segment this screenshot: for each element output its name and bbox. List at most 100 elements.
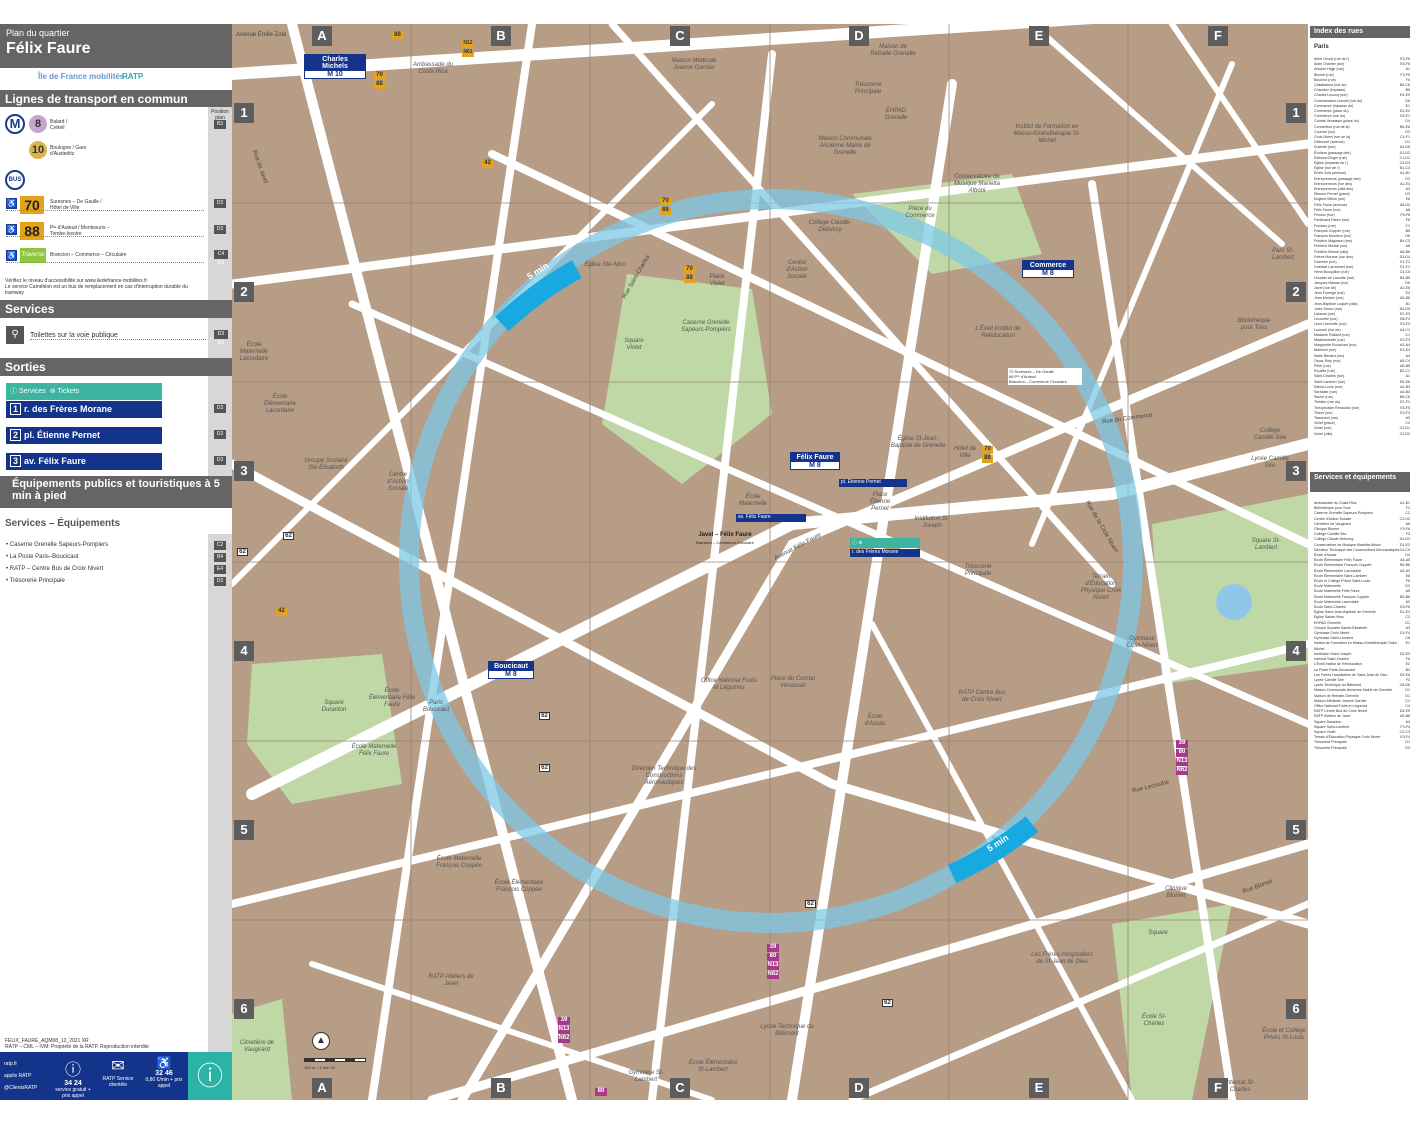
station-charles-michels[interactable]: Charles Michels M 10 — [304, 54, 366, 79]
phone-1[interactable]: 34 24 — [52, 1080, 94, 1087]
place-label: École Maternelle Félix Faure — [351, 744, 397, 757]
equip-item: • RATP – Centre Bus de Croix Nivert — [6, 566, 104, 572]
toilets-icon: ⚲ — [6, 326, 24, 344]
map-canvas — [232, 24, 1308, 1100]
col-D-bottom: D — [849, 1078, 869, 1098]
station-commerce[interactable]: Commerce M 8 — [1022, 260, 1074, 278]
place-label: École St-Charles — [1141, 1014, 1167, 1027]
station-name: Charles Michels — [305, 55, 365, 71]
col-E: E — [1029, 26, 1049, 46]
place-label: Centre d'Action Sociale — [786, 260, 808, 280]
row-5: 5 — [234, 820, 254, 840]
link-applis[interactable]: applis RATP — [4, 1070, 48, 1082]
bus-88-ref: D3 — [214, 225, 226, 234]
bus-badge-70: 70 — [660, 198, 671, 206]
equip-item: • Trésorerie Principale — [6, 578, 65, 584]
north-arrow-icon: ▲ — [312, 1032, 330, 1050]
service-index-row: Trésorerie Principale D3 — [1314, 746, 1410, 751]
place-label: Caserne Grenelle Sapeurs-Pompiers — [681, 320, 731, 333]
phone-2[interactable]: 32 46 — [142, 1070, 186, 1077]
exit-3-ref: D3 — [214, 456, 226, 465]
map-exit-services: ⓘ ⊚ — [850, 538, 920, 548]
bus-badge-n13: N13 — [767, 962, 779, 970]
bus-badge-62: 62 — [539, 712, 550, 720]
place-label: Trésorerie Principale — [854, 82, 882, 95]
col-F: F — [1208, 26, 1228, 46]
bus-badge-n13: N13 — [1176, 758, 1188, 766]
toilets-ref: D3 D6 — [214, 330, 228, 346]
place-label: Conservatoire de Musique Marietta Alboni — [953, 174, 1001, 194]
map-exit-3[interactable]: av. Félix Faure — [736, 514, 806, 522]
place-label: Cimetière de Vaugirard — [239, 1040, 274, 1053]
place-label: Institution St-Joseph — [914, 516, 950, 529]
bus-badge-39: 39 — [767, 944, 779, 952]
page-subtitle: Plan du quartier — [6, 28, 70, 38]
logo-bar: Île de France mobilités RATP — [0, 68, 232, 90]
place-label: Trésorerie Principale — [964, 564, 992, 577]
exit-3[interactable]: 3 av. Félix Faure — [6, 453, 162, 470]
bus-badge-88: 88 — [660, 207, 671, 215]
pond — [1216, 584, 1252, 620]
station-lines: M 8 — [809, 462, 821, 469]
exit-2-ref: D3 — [214, 430, 226, 439]
transport-note-2: Le service Caméléon est un bus de rempla… — [5, 284, 188, 296]
col-C: C — [670, 26, 690, 46]
col-A: A — [312, 26, 332, 46]
service-index-row-ref: E1 — [1405, 641, 1410, 646]
place-label: Place du Comtat Venaissin — [770, 676, 816, 689]
station-lines: M 8 — [505, 671, 517, 678]
bus-badge-80: 80 — [1176, 749, 1188, 757]
map-exit-2[interactable]: pl. Étienne Pernet — [839, 479, 907, 487]
col-B-bottom: B — [491, 1078, 511, 1098]
place-label: Direction Technique des Constructions Aé… — [631, 766, 697, 786]
place-label: Office National Fruits et Légumes — [700, 678, 758, 691]
place-label: Paris Boucicaut — [422, 700, 450, 713]
link-twitter[interactable]: @ClientsRATP — [4, 1082, 48, 1094]
place-label: L'Éveil Institut de Rééducation — [975, 326, 1021, 339]
place-label: Maison Communale Ancienne Mairie de Gren… — [818, 136, 872, 156]
bus-badge-39: 39 — [558, 1017, 570, 1025]
bus-badge-70: 70 — [982, 446, 993, 454]
bus-stop-label[interactable]: Javel – Félix Faure — [694, 532, 756, 538]
station-felix-faure[interactable]: Félix Faure M 8 — [790, 452, 840, 470]
station-lines: M 10 — [327, 71, 343, 78]
metro-line-10-dest: Boulogne / Gare d'Austerlitz — [50, 145, 87, 157]
neighborhood-map[interactable]: 5 min 5 min A B C D E F A B C D E F 1 2 … — [232, 24, 1308, 1100]
accessibility-icon: ♿ — [6, 224, 17, 235]
place-label: Place du Commerce — [905, 206, 935, 219]
services-label: Services — [18, 388, 46, 395]
place-label: Parc St-Lambert — [1271, 248, 1294, 261]
link-ratp-fr[interactable]: ratp.fr — [4, 1058, 48, 1070]
col-C-bottom: C — [670, 1078, 690, 1098]
equip-item-ref: D3 — [214, 577, 226, 586]
bus-badge-62: 62 — [539, 764, 550, 772]
row-6: 6 — [234, 999, 254, 1019]
exit-1[interactable]: 1 r. des Frères Morane — [6, 401, 162, 418]
contact-strip: ratp.fr applis RATP @ClientsRATP ⓘ 34 24… — [0, 1052, 232, 1100]
station-name: Boucicaut — [489, 662, 533, 671]
transport-heading: Lignes de transport en commun — [0, 90, 232, 107]
map-exit-1[interactable]: r. des Frères Morane — [850, 549, 920, 557]
station-boucicaut[interactable]: Boucicaut M 8 — [488, 661, 534, 679]
place-label: Lycée Technique du Bâtiment — [760, 1024, 814, 1037]
stop-line: Brancion – Commerce Circulaire — [1009, 379, 1067, 384]
street-index-row-ref: C2-D2 — [1399, 431, 1410, 436]
place-label: Bibliothèque pour Tous — [1237, 318, 1271, 331]
exit-2-label: pl. Étienne Pernet — [24, 430, 101, 440]
place-label: Gymnase Croix-Nivert — [1126, 636, 1158, 649]
place-label: Square St-Lambert — [1251, 538, 1281, 551]
bus-badge-70: 70 — [374, 72, 385, 80]
title-block: Plan du quartier Félix Faure — [0, 24, 232, 68]
exit-2[interactable]: 2 pl. Étienne Pernet — [6, 427, 162, 444]
place-label: RATP Centre Bus de Croix Nivert — [958, 690, 1006, 703]
bus-badge-88: 88 — [684, 275, 695, 283]
service-client-label[interactable]: RATP Service clientèle — [96, 1076, 140, 1088]
bus-badge-88: 88 — [392, 32, 403, 40]
place-label: École et Collège Privés St-Louis — [1262, 1028, 1306, 1041]
bus-badge-88: 88 — [982, 455, 993, 463]
accessibility-icon: ♿ — [156, 1056, 172, 1070]
street-label: Avenue Émile Zola — [236, 32, 287, 38]
place-label: Lycée Camille Sée — [1251, 456, 1289, 469]
ratp-logo: RATP — [122, 72, 144, 81]
bus-badge-42: 42 — [276, 608, 287, 616]
